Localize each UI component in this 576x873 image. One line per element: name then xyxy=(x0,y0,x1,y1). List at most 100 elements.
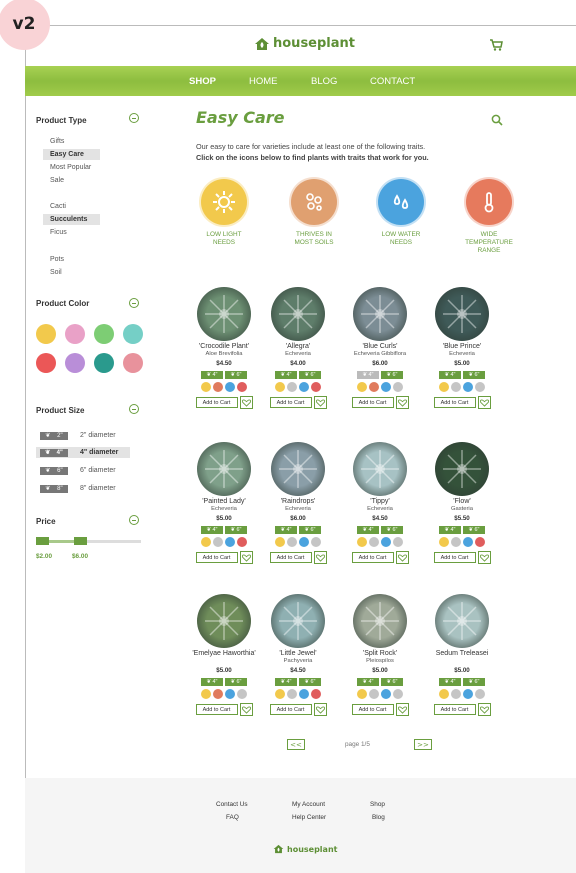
size-badge[interactable]: ❦ 4" xyxy=(439,371,461,379)
size-badge[interactable]: ❦ 6" xyxy=(381,526,403,534)
collapse-product-type-icon[interactable] xyxy=(129,113,139,123)
filter-soil[interactable]: Soil xyxy=(43,267,62,278)
color-swatch[interactable] xyxy=(123,353,143,373)
heart-icon[interactable] xyxy=(395,703,409,716)
color-swatch[interactable] xyxy=(65,353,85,373)
trait-soil[interactable]: THRIVES IN MOST SOILS xyxy=(288,179,340,247)
product-name[interactable]: 'Painted Lady' xyxy=(202,498,246,505)
site-logo[interactable]: houseplant xyxy=(254,36,355,51)
product-name[interactable]: 'Flow' xyxy=(453,498,470,505)
filter-pots[interactable]: Pots xyxy=(43,254,64,265)
footer-my-account[interactable]: My Account xyxy=(292,801,325,808)
trait-water-drops[interactable]: LOW WATER NEEDS xyxy=(375,179,427,247)
product-image[interactable] xyxy=(271,442,325,496)
product-image[interactable] xyxy=(435,594,489,648)
footer-blog[interactable]: Blog xyxy=(372,814,385,821)
collapse-product-color-icon[interactable] xyxy=(129,298,139,308)
footer-contact-us[interactable]: Contact Us xyxy=(216,801,248,808)
filter-easy-care[interactable]: Easy Care xyxy=(43,149,100,160)
size-badge[interactable]: ❦ 6" xyxy=(299,371,321,379)
color-swatch[interactable] xyxy=(123,324,143,344)
size-badge[interactable]: ❦ 6" xyxy=(225,526,247,534)
add-to-cart-button[interactable]: Add to Cart xyxy=(351,704,394,715)
product-name[interactable]: 'Blue Prince' xyxy=(443,343,481,350)
nav-home[interactable]: HOME xyxy=(249,76,311,87)
add-to-cart-button[interactable]: Add to Cart xyxy=(269,397,312,408)
footer-help-center[interactable]: Help Center xyxy=(292,814,326,821)
filter-cacti[interactable]: Cacti xyxy=(43,201,66,212)
add-to-cart-button[interactable]: Add to Cart xyxy=(433,552,476,563)
size-2-row[interactable]: ❦ 2" 2" diameter xyxy=(36,430,116,441)
size-badge[interactable]: ❦ 6" xyxy=(463,526,485,534)
price-min-handle[interactable] xyxy=(36,537,49,545)
product-name[interactable]: 'Allegra' xyxy=(286,343,310,350)
product-name[interactable]: 'Little Jewel' xyxy=(279,650,316,657)
product-name[interactable]: 'Raindrops' xyxy=(281,498,316,505)
price-max-handle[interactable] xyxy=(74,537,87,545)
size-badge[interactable]: ❦ 4" xyxy=(357,371,379,379)
add-to-cart-button[interactable]: Add to Cart xyxy=(269,552,312,563)
add-to-cart-button[interactable]: Add to Cart xyxy=(351,552,394,563)
product-name[interactable]: 'Blue Curls' xyxy=(363,343,398,350)
product-image[interactable] xyxy=(197,594,251,648)
heart-icon[interactable] xyxy=(395,551,409,564)
size-badge[interactable]: ❦ 4" xyxy=(275,526,297,534)
collapse-price-icon[interactable] xyxy=(129,515,139,525)
add-to-cart-button[interactable]: Add to Cart xyxy=(195,704,238,715)
size-badge[interactable]: ❦ 6" xyxy=(299,678,321,686)
product-image[interactable] xyxy=(353,442,407,496)
add-to-cart-button[interactable]: Add to Cart xyxy=(269,704,312,715)
size-8-row[interactable]: ❦ 8" 8" diameter xyxy=(36,483,116,494)
add-to-cart-button[interactable]: Add to Cart xyxy=(195,397,238,408)
size-badge[interactable]: ❦ 6" xyxy=(463,678,485,686)
product-image[interactable] xyxy=(435,287,489,341)
size-badge[interactable]: ❦ 4" xyxy=(201,678,223,686)
filter-ficus[interactable]: Ficus xyxy=(43,227,67,238)
product-image[interactable] xyxy=(271,594,325,648)
heart-icon[interactable] xyxy=(239,551,253,564)
heart-icon[interactable] xyxy=(477,703,491,716)
size-badge[interactable]: ❦ 6" xyxy=(299,526,321,534)
product-name[interactable]: 'Tippy' xyxy=(370,498,390,505)
size-badge[interactable]: ❦ 4" xyxy=(439,526,461,534)
size-4-row[interactable]: ❦ 4" 4" diameter xyxy=(36,447,130,458)
size-badge[interactable]: ❦ 6" xyxy=(225,371,247,379)
heart-icon[interactable] xyxy=(477,396,491,409)
trait-sun[interactable]: LOW LIGHT NEEDS xyxy=(198,179,250,247)
size-badge[interactable]: ❦ 4" xyxy=(275,371,297,379)
footer-logo[interactable]: houseplant xyxy=(273,844,337,854)
heart-icon[interactable] xyxy=(313,396,327,409)
heart-icon[interactable] xyxy=(477,551,491,564)
size-badge[interactable]: ❦ 4" xyxy=(201,371,223,379)
size-6-row[interactable]: ❦ 6" 6" diameter xyxy=(36,465,116,476)
color-swatch[interactable] xyxy=(36,324,56,344)
product-name[interactable]: 'Crocodile Plant' xyxy=(199,343,249,350)
add-to-cart-button[interactable]: Add to Cart xyxy=(433,704,476,715)
footer-shop[interactable]: Shop xyxy=(370,801,385,808)
filter-sale[interactable]: Sale xyxy=(43,175,64,186)
size-badge[interactable]: ❦ 4" xyxy=(275,678,297,686)
nav-contact[interactable]: CONTACT xyxy=(370,76,415,87)
search-icon[interactable] xyxy=(491,114,503,126)
filter-gifts[interactable]: Gifts xyxy=(43,136,64,147)
product-image[interactable] xyxy=(197,442,251,496)
product-image[interactable] xyxy=(271,287,325,341)
footer-faq[interactable]: FAQ xyxy=(226,814,239,821)
prev-page-button[interactable]: << xyxy=(287,739,305,750)
size-badge[interactable]: ❦ 4" xyxy=(357,678,379,686)
product-name[interactable]: 'Split Rock' xyxy=(363,650,397,657)
color-swatch[interactable] xyxy=(94,324,114,344)
product-name[interactable]: 'Emelyae Haworthia' xyxy=(192,650,255,657)
trait-thermometer[interactable]: WIDE TEMPERATURE RANGE xyxy=(463,179,515,255)
size-badge[interactable]: ❦ 6" xyxy=(225,678,247,686)
nav-shop[interactable]: SHOP xyxy=(189,76,249,87)
collapse-product-size-icon[interactable] xyxy=(129,404,139,414)
size-badge[interactable]: ❦ 4" xyxy=(357,526,379,534)
add-to-cart-button[interactable]: Add to Cart xyxy=(351,397,394,408)
heart-icon[interactable] xyxy=(313,703,327,716)
product-image[interactable] xyxy=(353,287,407,341)
heart-icon[interactable] xyxy=(239,396,253,409)
add-to-cart-button[interactable]: Add to Cart xyxy=(195,552,238,563)
size-badge[interactable]: ❦ 6" xyxy=(463,371,485,379)
color-swatch[interactable] xyxy=(36,353,56,373)
